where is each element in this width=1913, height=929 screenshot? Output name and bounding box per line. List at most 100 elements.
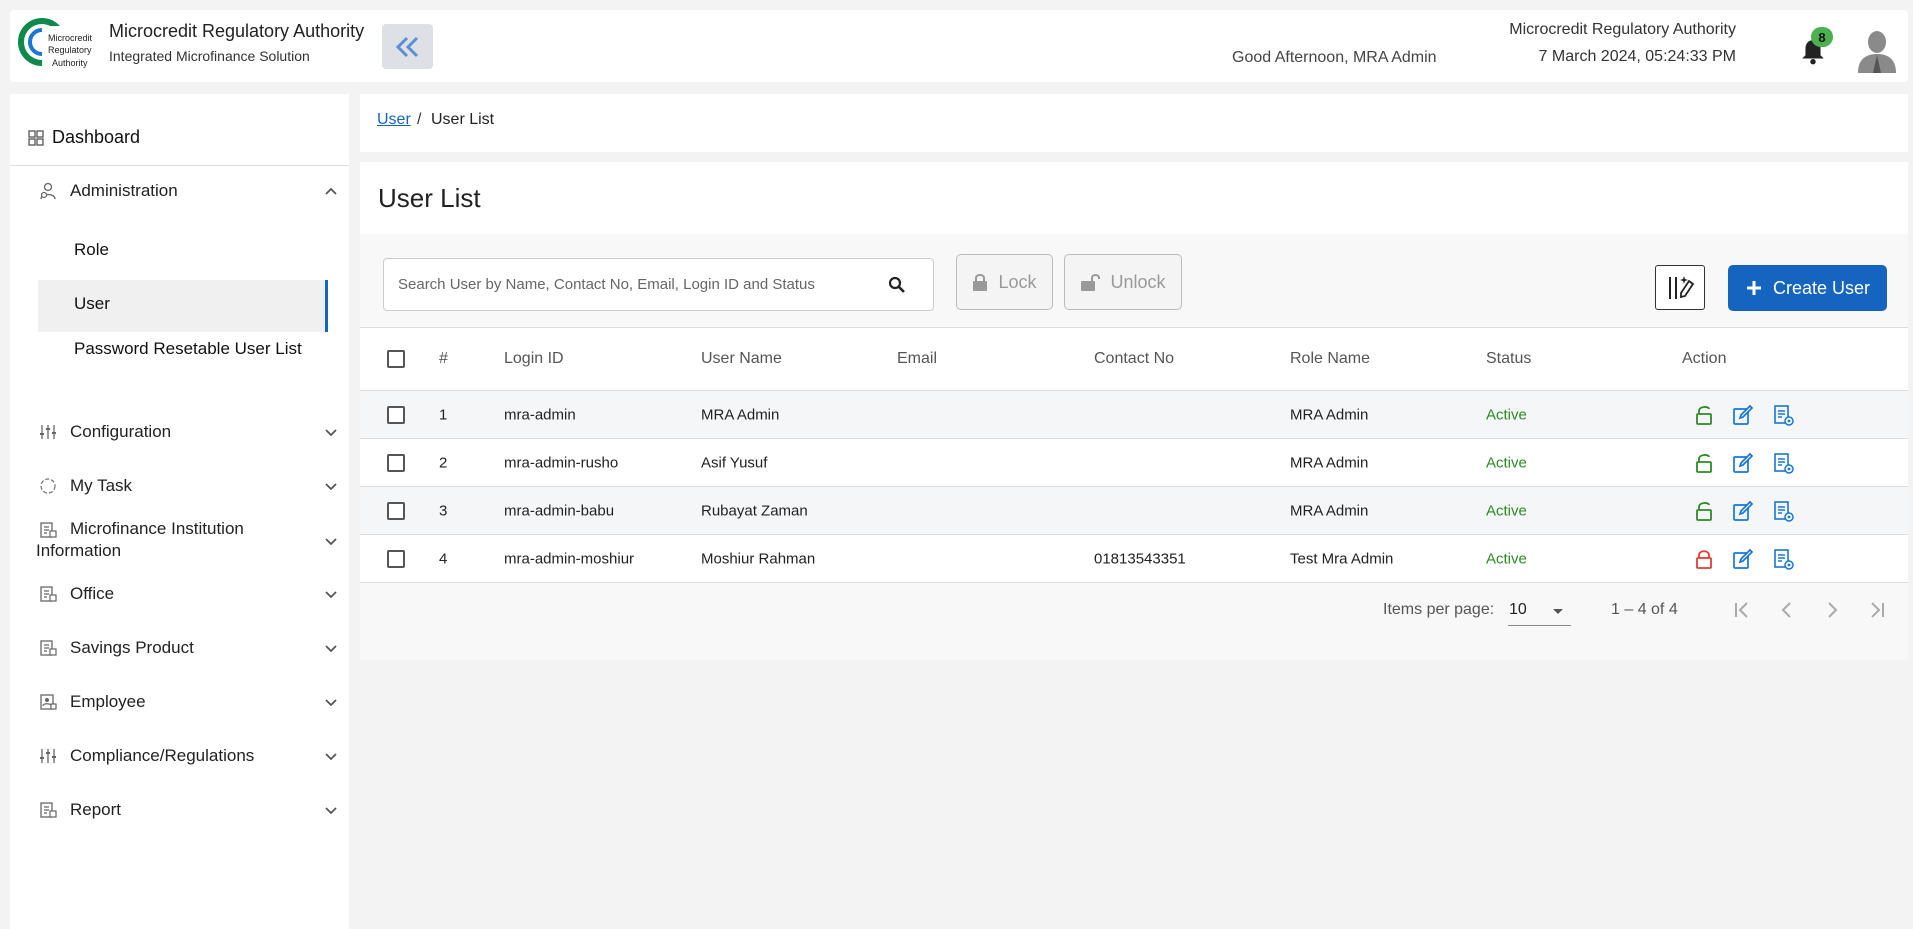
chevron-down-icon xyxy=(325,753,337,761)
sidebar-subitem-label: User xyxy=(74,294,110,313)
column-settings-button[interactable] xyxy=(1655,265,1705,310)
previous-page-icon[interactable] xyxy=(1775,598,1799,622)
search-icon[interactable] xyxy=(887,275,907,295)
page-title: User List xyxy=(378,183,481,213)
sidebar-item-label: Administration xyxy=(70,181,178,200)
select-all-checkbox[interactable] xyxy=(387,350,405,368)
sidebar-item-mfi-information[interactable]: Microfinance Institution Information xyxy=(36,518,338,564)
cell-user-name: Moshiur Rahman xyxy=(701,550,816,567)
chevron-up-icon xyxy=(325,187,337,195)
cell-login-id: mra-admin-moshiur xyxy=(504,550,635,567)
column-header-user-name[interactable]: User Name xyxy=(701,350,782,368)
sidebar-item-configuration[interactable]: Configuration xyxy=(38,420,338,444)
row-checkbox[interactable] xyxy=(387,501,405,520)
cell-login-id: mra-admin-rusho xyxy=(504,454,619,471)
create-user-label: Create User xyxy=(1772,277,1871,298)
edit-icon[interactable] xyxy=(1732,500,1754,522)
sidebar-item-my-task[interactable]: My Task xyxy=(38,474,338,498)
column-edit-icon xyxy=(1669,275,1695,299)
table-row: 2 mra-admin-rusho Asif Yusuf MRA Admin Activ… xyxy=(360,439,1908,487)
page-range-label: 1 – 4 of 4 xyxy=(1611,601,1678,618)
cell-role-name: Test Mra Admin xyxy=(1290,550,1394,567)
sidebar-item-report[interactable]: Report xyxy=(38,798,338,822)
cell-role-name: MRA Admin xyxy=(1290,406,1369,423)
svg-text:Regulatory: Regulatory xyxy=(48,45,92,55)
lock-button-label: Lock xyxy=(998,271,1037,292)
cell-status: Active xyxy=(1486,502,1527,519)
row-checkbox[interactable] xyxy=(387,405,405,424)
last-page-icon[interactable] xyxy=(1865,598,1889,622)
edit-icon[interactable] xyxy=(1732,404,1754,426)
row-checkbox[interactable] xyxy=(387,549,405,568)
unlock-icon[interactable] xyxy=(1693,404,1715,426)
details-icon[interactable] xyxy=(1772,404,1794,426)
greeting-text: Good Afternoon, MRA Admin xyxy=(1232,49,1437,66)
column-header-role-name[interactable]: Role Name xyxy=(1290,350,1370,368)
app-title: Microcredit Regulatory Authority xyxy=(109,21,365,41)
lock-icon[interactable] xyxy=(1693,548,1715,570)
items-per-page-label: Items per page: xyxy=(1383,601,1495,618)
user-admin-icon xyxy=(38,181,58,201)
sidebar-subitem-role[interactable]: Role xyxy=(38,240,328,270)
edit-icon[interactable] xyxy=(1732,452,1754,474)
details-icon[interactable] xyxy=(1772,500,1794,522)
column-header-login-id[interactable]: Login ID xyxy=(504,350,564,368)
chevron-down-icon xyxy=(325,591,337,599)
cell-status: Active xyxy=(1486,454,1527,471)
sidebar-item-label: Report xyxy=(70,800,122,819)
sidebar-subitem-user[interactable]: User xyxy=(38,280,328,332)
details-icon[interactable] xyxy=(1772,548,1794,570)
details-icon[interactable] xyxy=(1772,452,1794,474)
sidebar-subitem-label: Role xyxy=(74,240,109,259)
sidebar-divider xyxy=(10,165,349,166)
create-user-button[interactable]: Create User xyxy=(1728,265,1887,311)
breadcrumb: User / User List xyxy=(360,94,1908,152)
user-avatar-icon[interactable] xyxy=(1856,27,1898,73)
breadcrumb-link-user[interactable]: User xyxy=(377,111,411,129)
building-doc-icon xyxy=(38,800,58,820)
items-per-page-select[interactable]: 10 xyxy=(1508,594,1571,626)
sidebar-subitem-password-resetable[interactable]: Password Resetable User List xyxy=(38,338,328,382)
chevron-down-icon xyxy=(325,807,337,815)
unlock-icon[interactable] xyxy=(1693,500,1715,522)
first-page-icon[interactable] xyxy=(1730,598,1754,622)
task-cycle-icon xyxy=(38,476,58,496)
lock-button[interactable]: Lock xyxy=(956,254,1053,310)
column-header-email[interactable]: Email xyxy=(897,350,937,368)
building-doc-icon xyxy=(38,584,58,604)
sidebar-item-compliance[interactable]: Compliance/Regulations xyxy=(38,744,338,768)
grid-icon xyxy=(28,129,44,146)
next-page-icon[interactable] xyxy=(1820,598,1844,622)
sliders-icon xyxy=(38,422,58,442)
column-header-action: Action xyxy=(1682,350,1727,367)
search-box xyxy=(383,258,934,311)
cell-status: Active xyxy=(1486,550,1527,567)
column-header-contact-no[interactable]: Contact No xyxy=(1094,350,1174,368)
edit-icon[interactable] xyxy=(1732,548,1754,570)
current-datetime: 7 March 2024, 05:24:33 PM xyxy=(1538,48,1736,65)
notification-count-badge: 8 xyxy=(1811,27,1833,47)
sidebar-item-dashboard[interactable]: Dashboard xyxy=(28,127,140,148)
sidebar-item-employee[interactable]: Employee xyxy=(38,690,338,714)
unlock-icon[interactable] xyxy=(1693,452,1715,474)
column-header-status[interactable]: Status xyxy=(1486,350,1531,368)
building-doc-icon xyxy=(38,638,58,658)
column-header-number: # xyxy=(439,350,448,367)
cell-number: 3 xyxy=(439,502,448,519)
sidebar-item-savings-product[interactable]: Savings Product xyxy=(38,636,338,660)
row-checkbox[interactable] xyxy=(387,453,405,472)
cell-role-name: MRA Admin xyxy=(1290,454,1369,471)
breadcrumb-separator: / xyxy=(417,111,422,128)
cell-login-id: mra-admin-babu xyxy=(504,502,615,519)
sidebar-item-administration[interactable]: Administration xyxy=(38,179,338,203)
sidebar-item-label: Office xyxy=(70,584,115,603)
plus-icon xyxy=(1746,281,1761,295)
table-row: 4 mra-admin-moshiur Moshiur Rahman 01813543… xyxy=(360,535,1908,583)
sidebar-item-label: Microfinance Institution Information xyxy=(36,519,244,560)
sidebar-collapse-button[interactable] xyxy=(382,24,433,69)
sidebar-item-label: Compliance/Regulations xyxy=(70,746,255,765)
sidebar-item-office[interactable]: Office xyxy=(38,582,338,606)
sidebar: Dashboard Administration Role User Passw… xyxy=(10,94,349,929)
unlock-button[interactable]: Unlock xyxy=(1064,254,1182,310)
search-input[interactable] xyxy=(398,259,878,310)
